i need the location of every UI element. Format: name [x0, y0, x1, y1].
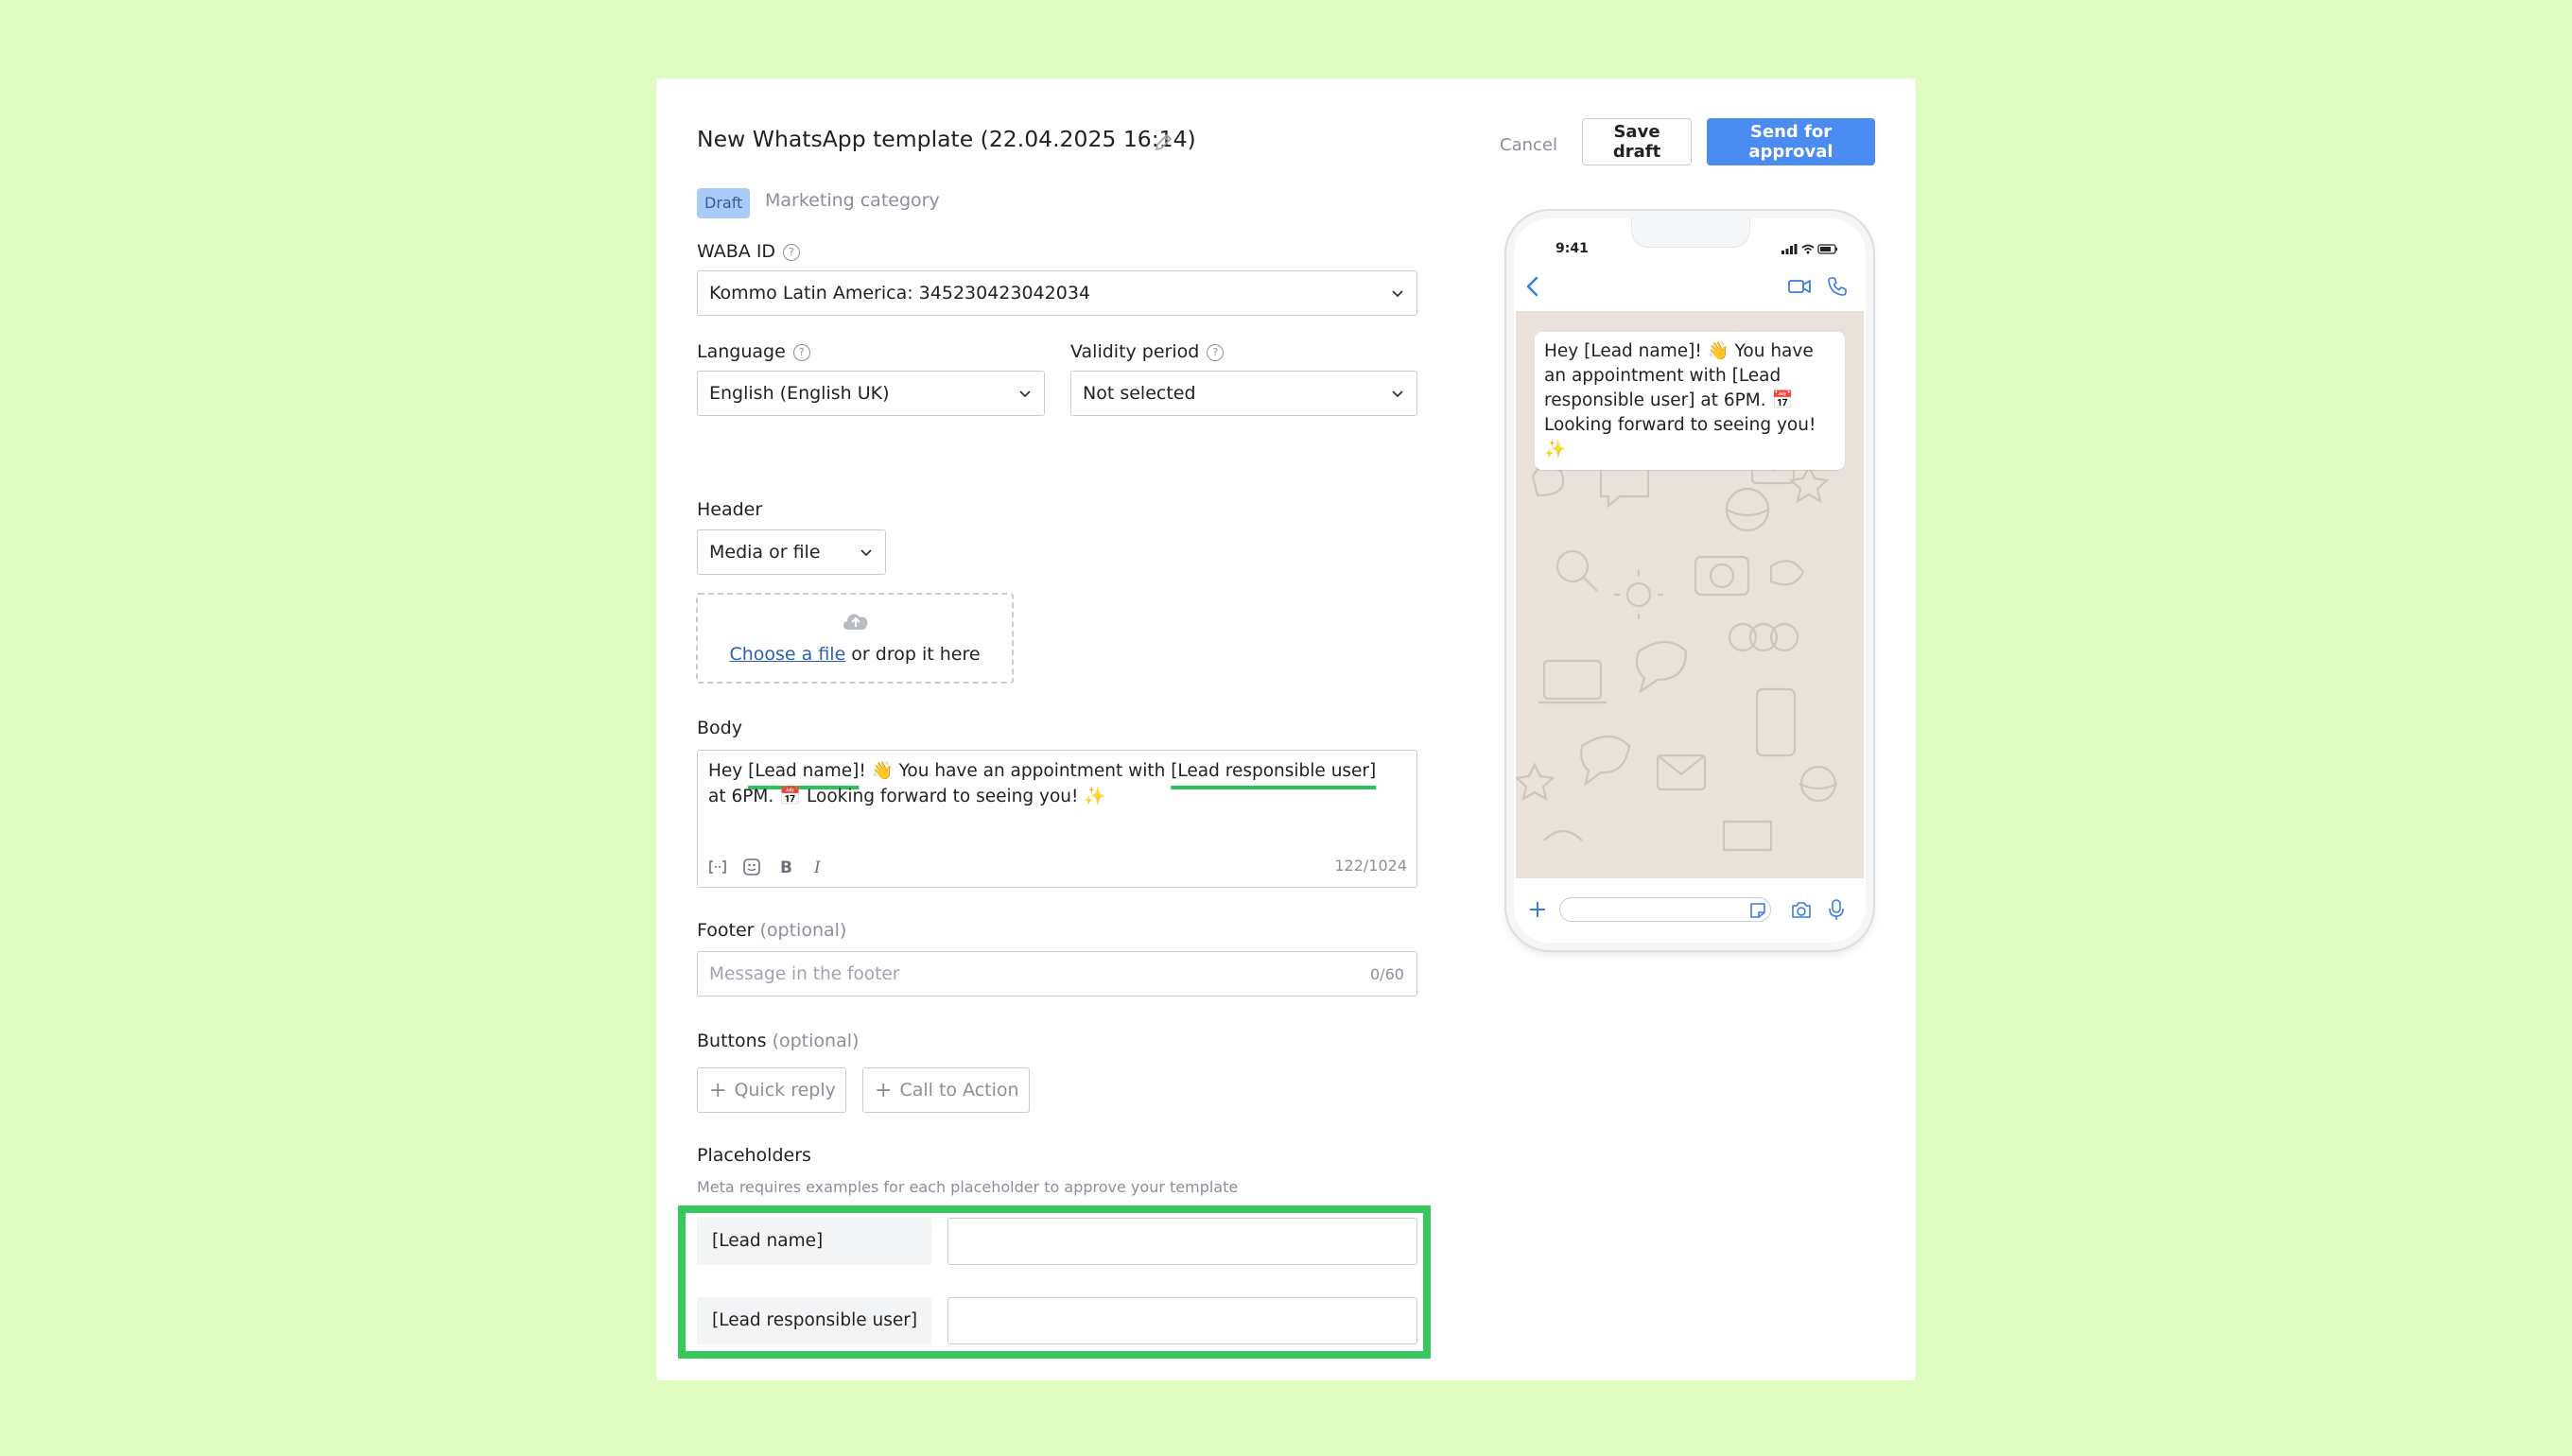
message-bubble: Hey [Lead name]! 👋 You have an appointme… [1535, 332, 1845, 470]
phone-screen: 9:41 Hey [Lead name]! 👋 You have an appo… [1514, 218, 1866, 943]
italic-icon[interactable]: I [808, 857, 828, 877]
waba-id-select[interactable]: Kommo Latin America: 345230423042034 [697, 270, 1417, 316]
language-label-text: Language [697, 341, 786, 362]
language-value: English (English UK) [709, 383, 890, 404]
sticker-icon[interactable] [1748, 902, 1767, 919]
placeholder-example-input-lead-responsible-user[interactable] [947, 1297, 1417, 1344]
body-text[interactable]: Hey [Lead name]! 👋 You have an appointme… [708, 758, 1399, 809]
category-label: Marketing category [765, 190, 940, 211]
chevron-down-icon [1392, 390, 1403, 398]
buttons-label: Buttons (optional) [697, 1031, 859, 1051]
svg-text:B: B [780, 858, 792, 877]
body-text-part: Hey [708, 761, 749, 781]
page-title: New WhatsApp template (22.04.2025 16:14) [697, 126, 1196, 152]
status-bar-icons [1781, 244, 1837, 254]
footer-char-counter: 0/60 [1370, 965, 1404, 983]
status-badge: Draft [697, 188, 751, 218]
optional-hint: (optional) [766, 1031, 860, 1051]
help-icon[interactable]: ? [792, 344, 810, 361]
camera-icon[interactable] [1790, 899, 1813, 920]
header-type-select[interactable]: Media or file [697, 529, 886, 575]
plus-icon[interactable] [1527, 899, 1548, 920]
validity-period-label: Validity period? [1070, 341, 1225, 362]
language-label: Language? [697, 341, 810, 362]
help-icon[interactable]: ? [783, 244, 801, 261]
insert-placeholder-icon[interactable] [707, 857, 728, 877]
pencil-icon[interactable] [1153, 130, 1175, 153]
footer-label-text: Footer [697, 920, 755, 941]
microphone-icon[interactable] [1828, 898, 1845, 921]
compose-input[interactable] [1559, 897, 1771, 922]
cloud-upload-icon [843, 614, 868, 630]
video-call-icon[interactable] [1787, 277, 1812, 296]
plus-icon: + [875, 1078, 893, 1102]
send-for-approval-button[interactable]: Send for approval [1707, 118, 1875, 165]
choose-file-link[interactable]: Choose a file [729, 644, 845, 665]
waba-id-label: WABA ID? [697, 241, 801, 262]
call-to-action-button[interactable]: + Call to Action [862, 1067, 1030, 1113]
file-dropzone[interactable]: Choose a file or drop it here [696, 593, 1014, 684]
phone-notch [1631, 218, 1750, 248]
placeholder-example-input-lead-name[interactable] [947, 1218, 1417, 1265]
chat-background: Hey [Lead name]! 👋 You have an appointme… [1516, 311, 1864, 878]
svg-text:I: I [813, 858, 821, 877]
placeholder-chip-lead-name[interactable]: [Lead name] [748, 761, 859, 781]
dropzone-text: Choose a file or drop it here [698, 644, 1012, 665]
optional-hint: (optional) [754, 920, 847, 941]
body-text-part: ! 👋 You have an appointment with [859, 761, 1172, 781]
sticker-icon[interactable] [741, 857, 762, 877]
validity-period-label-text: Validity period [1070, 341, 1200, 362]
phone-preview: 9:41 Hey [Lead name]! 👋 You have an appo… [1506, 211, 1873, 950]
body-label: Body [697, 718, 742, 738]
bold-icon[interactable]: B [775, 857, 796, 877]
plus-icon: + [709, 1078, 727, 1102]
chevron-down-icon [1392, 290, 1403, 298]
waba-id-value: Kommo Latin America: 345230423042034 [709, 283, 1090, 303]
body-text-part: at 6PM. 📅 Looking forward to seeing you!… [708, 787, 1106, 806]
footer-input[interactable] [697, 951, 1417, 997]
quick-reply-button[interactable]: + Quick reply [697, 1067, 846, 1113]
buttons-label-text: Buttons [697, 1031, 767, 1051]
placeholder-chip-lead-responsible-user[interactable]: [Lead responsible user] [1171, 761, 1376, 781]
placeholders-label: Placeholders [697, 1145, 811, 1166]
placeholder-name-lead-responsible-user: [Lead responsible user] [697, 1297, 931, 1344]
quick-reply-label: Quick reply [734, 1079, 836, 1101]
save-draft-button[interactable]: Save draft [1582, 118, 1692, 165]
status-bar-time: 9:41 [1555, 241, 1589, 256]
validity-period-value: Not selected [1083, 383, 1196, 404]
placeholders-description: Meta requires examples for each placehol… [697, 1178, 1239, 1196]
help-icon[interactable]: ? [1207, 344, 1225, 361]
back-chevron-icon[interactable] [1523, 275, 1542, 298]
phone-call-icon[interactable] [1827, 276, 1848, 297]
drop-hint: or drop it here [845, 644, 981, 665]
chevron-down-icon [860, 549, 872, 557]
validity-period-select[interactable]: Not selected [1070, 371, 1417, 416]
footer-label: Footer (optional) [697, 920, 846, 941]
body-editor[interactable]: Hey [Lead name]! 👋 You have an appointme… [697, 750, 1417, 888]
header-type-value: Media or file [709, 542, 821, 563]
call-to-action-label: Call to Action [899, 1079, 1019, 1101]
body-char-counter: 122/1024 [1334, 857, 1407, 875]
chevron-down-icon [1019, 390, 1031, 398]
language-select[interactable]: English (English UK) [697, 371, 1045, 416]
placeholder-name-lead-name: [Lead name] [697, 1218, 931, 1265]
header-label: Header [697, 499, 763, 520]
cancel-button[interactable]: Cancel [1488, 121, 1569, 168]
template-editor-panel: New WhatsApp template (22.04.2025 16:14)… [656, 78, 1916, 1380]
waba-id-label-text: WABA ID [697, 241, 776, 262]
